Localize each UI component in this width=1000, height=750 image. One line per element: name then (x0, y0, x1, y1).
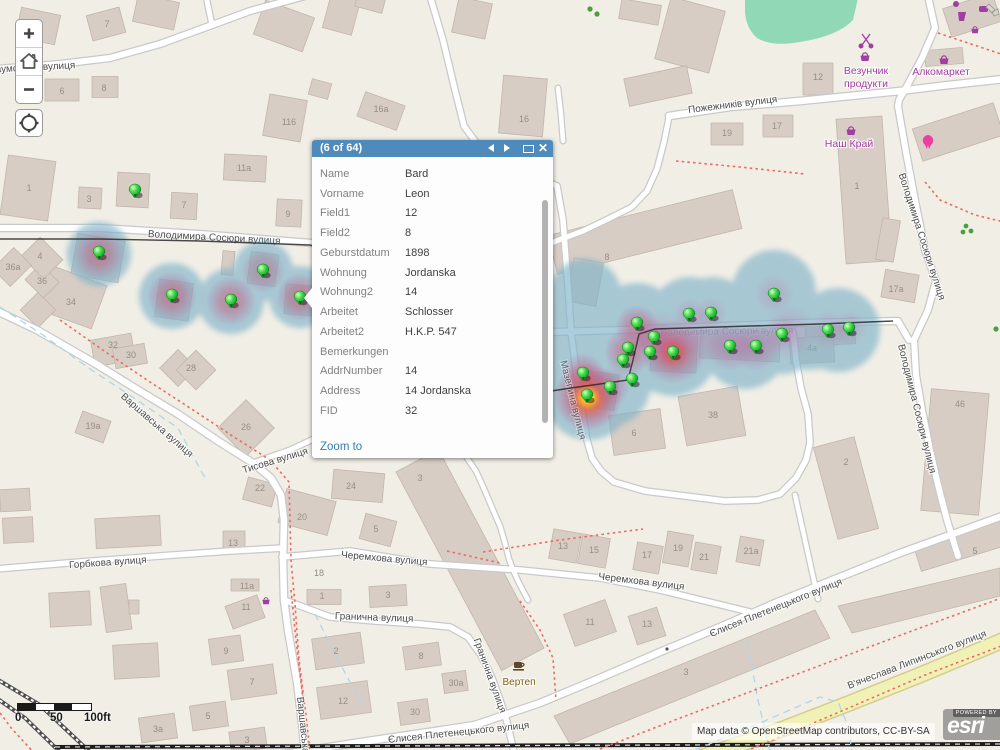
svg-text:19: 19 (722, 128, 732, 138)
svg-text:6: 6 (59, 86, 64, 96)
svg-text:17a: 17a (888, 284, 903, 294)
svg-text:28: 28 (186, 363, 196, 373)
svg-text:7: 7 (181, 200, 186, 210)
svg-text:30: 30 (126, 350, 136, 360)
svg-text:9: 9 (285, 209, 290, 219)
svg-text:1: 1 (319, 591, 324, 601)
svg-text:1: 1 (26, 183, 31, 193)
svg-text:5: 5 (972, 546, 977, 556)
svg-text:2: 2 (843, 457, 848, 467)
svg-text:2: 2 (333, 646, 338, 656)
svg-text:30a: 30a (448, 678, 463, 688)
svg-text:продукти: продукти (844, 78, 888, 90)
svg-text:36: 36 (37, 276, 47, 286)
svg-text:36a: 36a (5, 262, 20, 272)
svg-text:3: 3 (385, 590, 390, 600)
svg-text:46: 46 (955, 399, 965, 409)
svg-text:Вертеп: Вертеп (502, 677, 535, 688)
svg-text:11a: 11a (240, 581, 254, 591)
svg-text:21a: 21a (743, 546, 758, 556)
svg-text:13: 13 (228, 538, 238, 548)
svg-text:8: 8 (604, 252, 609, 262)
svg-text:3: 3 (244, 735, 249, 745)
svg-text:18: 18 (314, 568, 324, 578)
svg-text:22: 22 (255, 483, 265, 493)
svg-text:16a: 16a (373, 104, 388, 114)
svg-text:21: 21 (699, 552, 709, 562)
svg-text:3: 3 (683, 667, 688, 677)
svg-text:19: 19 (673, 543, 683, 553)
svg-text:17: 17 (772, 121, 782, 131)
svg-text:17: 17 (642, 550, 652, 560)
svg-text:12: 12 (813, 72, 823, 82)
svg-text:8: 8 (101, 83, 106, 93)
svg-text:Наш Край: Наш Край (825, 138, 874, 150)
svg-text:7: 7 (249, 677, 254, 687)
svg-text:30: 30 (410, 707, 420, 717)
svg-text:Везунчик: Везунчик (844, 65, 889, 77)
svg-text:19a: 19a (85, 421, 100, 431)
svg-text:26: 26 (241, 422, 251, 432)
svg-text:Алкомаркет: Алкомаркет (912, 66, 970, 78)
svg-text:9: 9 (223, 646, 228, 656)
svg-text:11: 11 (241, 602, 250, 612)
svg-text:24: 24 (346, 481, 356, 491)
svg-text:1: 1 (854, 181, 859, 191)
svg-text:38: 38 (708, 410, 718, 420)
svg-text:5: 5 (373, 524, 378, 534)
svg-text:13: 13 (642, 619, 652, 629)
svg-text:13: 13 (558, 541, 568, 551)
svg-text:3: 3 (417, 473, 422, 483)
svg-text:116: 116 (282, 117, 296, 127)
svg-text:6: 6 (631, 428, 636, 438)
svg-text:11a: 11a (237, 163, 251, 173)
svg-text:20: 20 (297, 512, 307, 522)
svg-text:8: 8 (418, 651, 423, 661)
svg-text:15: 15 (589, 545, 599, 555)
svg-text:3a: 3a (153, 724, 163, 734)
svg-text:7: 7 (104, 19, 109, 29)
svg-text:11: 11 (585, 617, 594, 627)
svg-text:16: 16 (519, 114, 529, 124)
svg-text:4: 4 (37, 251, 42, 261)
svg-text:12: 12 (338, 696, 348, 706)
svg-text:3: 3 (86, 194, 91, 204)
svg-text:34: 34 (66, 297, 76, 307)
svg-text:32: 32 (108, 340, 118, 350)
svg-text:5: 5 (205, 711, 210, 721)
